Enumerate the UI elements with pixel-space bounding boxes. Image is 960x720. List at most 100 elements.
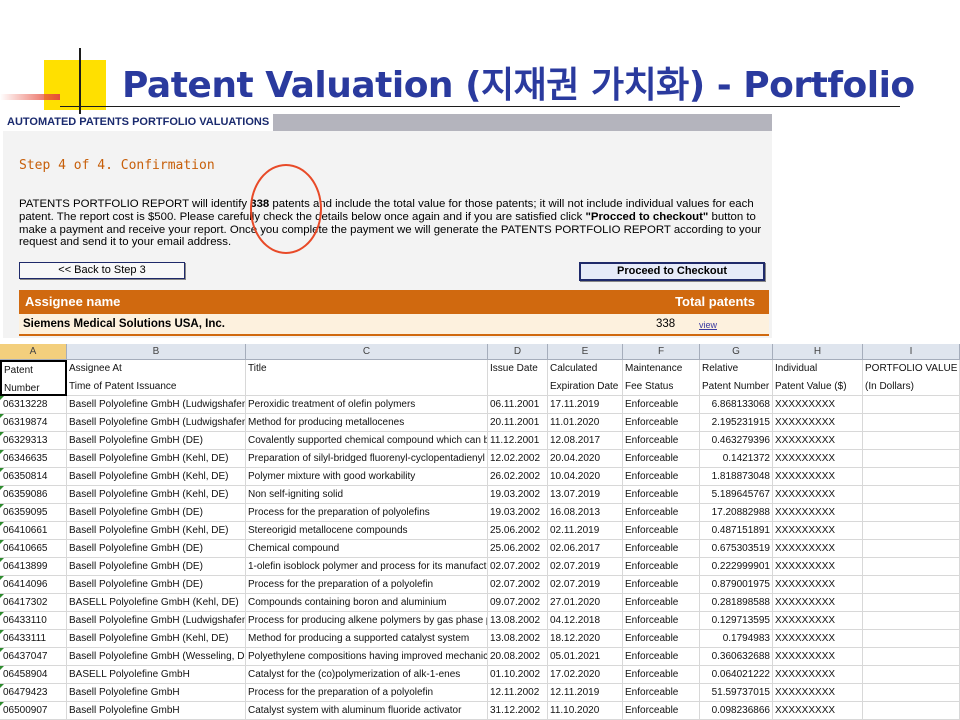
table-cell[interactable]: Peroxidic treatment of olefin polymers [246, 396, 488, 414]
table-cell[interactable]: Enforceable [623, 558, 700, 576]
table-cell[interactable]: 06458904 [0, 666, 67, 684]
table-cell[interactable]: 02.07.2002 [488, 576, 548, 594]
table-cell[interactable]: 5.189645767 [700, 486, 773, 504]
table-cell[interactable]: Enforceable [623, 594, 700, 612]
table-cell[interactable]: 06329313 [0, 432, 67, 450]
header-cell[interactable]: Individual Patent Value ($) [773, 360, 863, 396]
table-cell[interactable]: XXXXXXXXX [773, 648, 863, 666]
table-cell[interactable]: Enforceable [623, 702, 700, 720]
table-cell[interactable] [863, 612, 960, 630]
table-cell[interactable]: 25.06.2002 [488, 522, 548, 540]
table-cell[interactable]: Enforceable [623, 504, 700, 522]
table-cell[interactable]: 12.11.2002 [488, 684, 548, 702]
table-cell[interactable]: Catalyst for the (co)polymerization of a… [246, 666, 488, 684]
table-cell[interactable]: 06346635 [0, 450, 67, 468]
table-cell[interactable]: Process for the preparation of a polyole… [246, 576, 488, 594]
table-cell[interactable]: 05.01.2021 [548, 648, 623, 666]
table-cell[interactable]: 19.03.2002 [488, 504, 548, 522]
table-cell[interactable]: Enforceable [623, 684, 700, 702]
table-cell[interactable] [863, 684, 960, 702]
header-cell[interactable]: Calculated Expiration Date [548, 360, 623, 396]
table-cell[interactable]: 0.064021222 [700, 666, 773, 684]
table-cell[interactable]: 6.868133068 [700, 396, 773, 414]
table-cell[interactable]: 26.02.2002 [488, 468, 548, 486]
table-cell[interactable]: 18.12.2020 [548, 630, 623, 648]
column-header-a[interactable]: A [0, 344, 67, 360]
table-cell[interactable]: Stereorigid metallocene compounds [246, 522, 488, 540]
table-cell[interactable]: 0.879001975 [700, 576, 773, 594]
table-cell[interactable]: 06433110 [0, 612, 67, 630]
table-cell[interactable]: 12.08.2017 [548, 432, 623, 450]
table-cell[interactable]: Basell Polyolefine GmbH [67, 702, 246, 720]
table-cell[interactable]: XXXXXXXXX [773, 558, 863, 576]
table-cell[interactable]: Enforceable [623, 540, 700, 558]
table-cell[interactable]: Enforceable [623, 468, 700, 486]
table-cell[interactable]: 20.11.2001 [488, 414, 548, 432]
table-cell[interactable]: Polyethylene compositions having improve… [246, 648, 488, 666]
table-cell[interactable]: Basell Polyolefine GmbH [67, 684, 246, 702]
table-cell[interactable]: 0.675303519 [700, 540, 773, 558]
table-cell[interactable]: Enforceable [623, 630, 700, 648]
table-cell[interactable] [863, 594, 960, 612]
column-header-d[interactable]: D [488, 344, 548, 360]
table-cell[interactable] [863, 432, 960, 450]
table-cell[interactable]: Enforceable [623, 612, 700, 630]
back-to-step-3-button[interactable]: << Back to Step 3 [19, 262, 185, 279]
table-cell[interactable] [863, 576, 960, 594]
table-cell[interactable]: 02.07.2002 [488, 558, 548, 576]
table-cell[interactable]: 0.1794983 [700, 630, 773, 648]
table-cell[interactable]: 06410665 [0, 540, 67, 558]
table-cell[interactable]: 06417302 [0, 594, 67, 612]
table-cell[interactable]: 0.1421372 [700, 450, 773, 468]
table-cell[interactable] [863, 450, 960, 468]
table-cell[interactable]: 20.04.2020 [548, 450, 623, 468]
table-cell[interactable]: Basell Polyolefine GmbH (Kehl, DE) [67, 450, 246, 468]
table-cell[interactable]: 06350814 [0, 468, 67, 486]
table-cell[interactable]: Basell Polyolefine GmbH (Kehl, DE) [67, 522, 246, 540]
column-header-b[interactable]: B [67, 344, 246, 360]
table-cell[interactable] [863, 648, 960, 666]
table-cell[interactable] [863, 558, 960, 576]
table-cell[interactable]: 02.11.2019 [548, 522, 623, 540]
table-cell[interactable]: 02.06.2017 [548, 540, 623, 558]
table-cell[interactable]: Basell Polyolefine GmbH (DE) [67, 432, 246, 450]
table-cell[interactable]: 19.03.2002 [488, 486, 548, 504]
table-cell[interactable]: Process for producing alkene polymers by… [246, 612, 488, 630]
table-cell[interactable]: 51.59737015 [700, 684, 773, 702]
table-cell[interactable]: 06437047 [0, 648, 67, 666]
table-cell[interactable]: XXXXXXXXX [773, 630, 863, 648]
table-cell[interactable]: 06500907 [0, 702, 67, 720]
table-cell[interactable]: XXXXXXXXX [773, 540, 863, 558]
table-cell[interactable]: Basell Polyolefine GmbH (Ludwigshafen, D… [67, 414, 246, 432]
table-cell[interactable]: 06479423 [0, 684, 67, 702]
table-cell[interactable] [863, 414, 960, 432]
table-cell[interactable]: Enforceable [623, 432, 700, 450]
table-cell[interactable]: XXXXXXXXX [773, 684, 863, 702]
table-cell[interactable]: 0.360632688 [700, 648, 773, 666]
table-cell[interactable] [863, 504, 960, 522]
table-cell[interactable]: 06410661 [0, 522, 67, 540]
table-cell[interactable] [863, 396, 960, 414]
table-cell[interactable]: BASELL Polyolefine GmbH (Kehl, DE) [67, 594, 246, 612]
table-cell[interactable]: XXXXXXXXX [773, 576, 863, 594]
table-cell[interactable]: 01.10.2002 [488, 666, 548, 684]
table-cell[interactable]: 0.463279396 [700, 432, 773, 450]
table-cell[interactable]: 0.098236866 [700, 702, 773, 720]
header-cell[interactable]: Maintenance Fee Status [623, 360, 700, 396]
table-cell[interactable]: 06433111 [0, 630, 67, 648]
table-cell[interactable]: 06313228 [0, 396, 67, 414]
table-cell[interactable]: Basell Polyolefine GmbH (Wesseling, DE) [67, 648, 246, 666]
table-cell[interactable] [863, 702, 960, 720]
table-cell[interactable]: Chemical compound [246, 540, 488, 558]
table-cell[interactable]: 0.222999901 [700, 558, 773, 576]
table-cell[interactable]: XXXXXXXXX [773, 504, 863, 522]
header-cell[interactable]: Assignee At Time of Patent Issuance [67, 360, 246, 396]
table-cell[interactable]: 17.11.2019 [548, 396, 623, 414]
table-cell[interactable]: Polymer mixture with good workability [246, 468, 488, 486]
table-cell[interactable]: Basell Polyolefine GmbH (DE) [67, 540, 246, 558]
table-cell[interactable]: BASELL Polyolefine GmbH [67, 666, 246, 684]
table-cell[interactable]: Enforceable [623, 450, 700, 468]
table-cell[interactable]: XXXXXXXXX [773, 468, 863, 486]
view-link[interactable]: view [699, 315, 717, 335]
table-cell[interactable]: 12.02.2002 [488, 450, 548, 468]
